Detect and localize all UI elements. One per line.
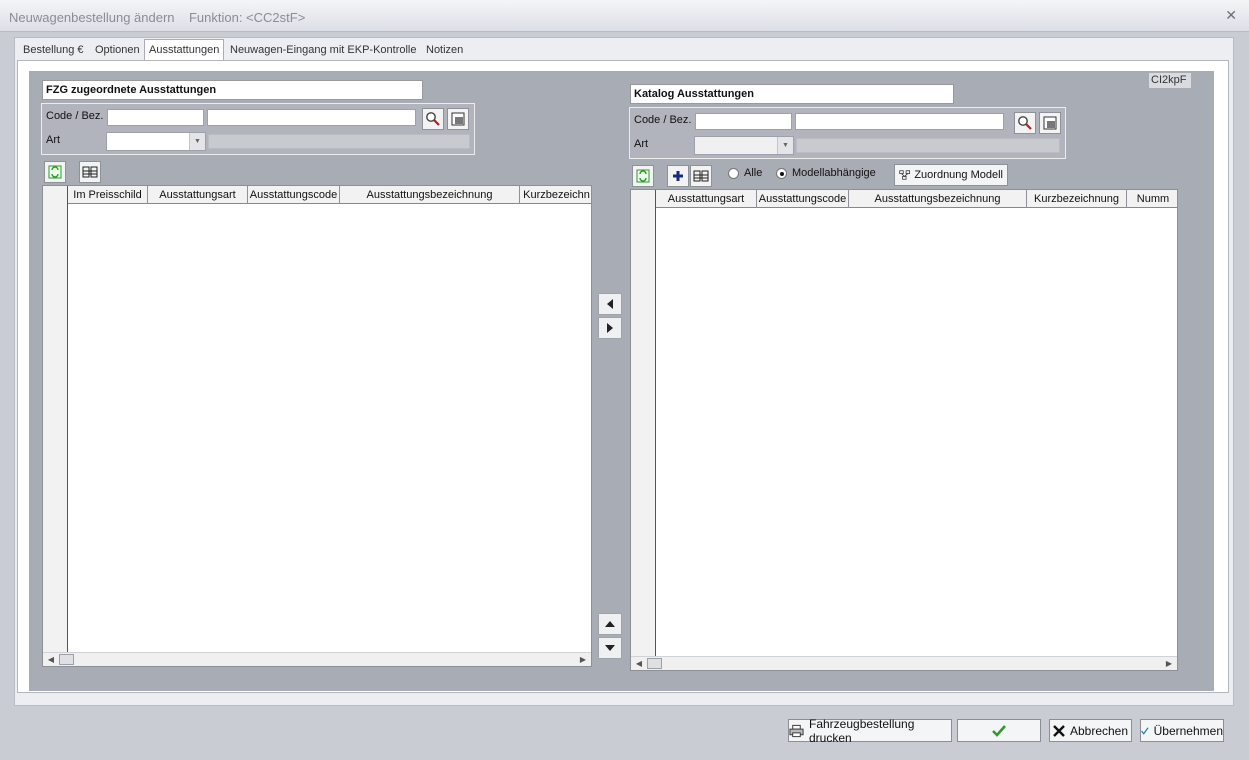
hierarchy-icon	[899, 170, 910, 180]
tab-notizen[interactable]: Notizen	[422, 40, 467, 61]
left-refresh-button[interactable]	[44, 161, 66, 183]
right-col-code[interactable]: Ausstattungscode	[757, 190, 849, 208]
scroll-left-icon[interactable]: ◀	[633, 658, 645, 670]
window-title: Neuwagenbestellung ändern Funktion: <CC2…	[9, 10, 305, 25]
right-art-description	[796, 138, 1060, 153]
radio-modellabhaengige-label[interactable]: Modellabhängige	[792, 167, 876, 179]
refresh-icon	[48, 165, 62, 179]
right-art-select[interactable]: ▼	[694, 136, 794, 155]
arrow-down-icon	[605, 645, 615, 651]
left-bez-input[interactable]	[207, 109, 416, 126]
print-order-button[interactable]: Fahrzeugbestellung drucken	[788, 716, 952, 745]
right-add-button[interactable]	[667, 165, 689, 187]
column-config-icon	[82, 166, 98, 178]
ok-button[interactable]	[957, 719, 1041, 742]
tab-bestellung[interactable]: Bestellung €	[19, 40, 88, 61]
ok-check-icon	[992, 724, 1006, 737]
left-code-input[interactable]	[107, 109, 204, 126]
left-art-select[interactable]: ▼	[106, 132, 206, 151]
chevron-down-icon: ▼	[777, 137, 793, 154]
radio-alle[interactable]	[728, 168, 739, 179]
column-config-icon	[693, 170, 709, 182]
tab-ausstattungen[interactable]: Ausstattungen	[144, 39, 225, 61]
arrow-left-icon	[607, 299, 613, 309]
close-icon[interactable]: ✕	[1225, 7, 1237, 24]
right-grid-header: Ausstattungsart Ausstattungscode Ausstat…	[631, 190, 1177, 208]
left-hscrollbar[interactable]: ◀ ▶	[43, 652, 591, 666]
left-col-kurz[interactable]: Kurzbezeichn	[520, 186, 593, 204]
arrow-up-icon	[605, 621, 615, 627]
apply-button[interactable]: Übernehmen	[1140, 719, 1224, 742]
radio-modellabhaengige[interactable]	[776, 168, 787, 179]
function-label: Funktion: <CC2stF>	[188, 10, 306, 25]
left-section-header: FZG zugeordnete Ausstattungen	[42, 80, 423, 100]
cancel-label: Abbrechen	[1069, 723, 1129, 738]
move-right-button[interactable]	[598, 317, 622, 339]
title-bar: Neuwagenbestellung ändern Funktion: <CC2…	[0, 0, 1249, 32]
left-col-code[interactable]: Ausstattungscode	[248, 186, 340, 204]
clear-filter-icon	[1043, 116, 1057, 130]
tab-optionen[interactable]: Optionen	[91, 40, 144, 61]
left-row-header	[43, 186, 68, 652]
left-art-label: Art	[46, 134, 61, 146]
right-bez-input[interactable]	[795, 113, 1004, 130]
left-code-label: Code / Bez.	[46, 110, 104, 122]
right-grid[interactable]: Ausstattungsart Ausstattungscode Ausstat…	[630, 189, 1178, 671]
check-icon	[1141, 726, 1149, 735]
zuordnung-modell-button[interactable]: Zuordnung Modell	[894, 164, 1008, 186]
left-col-bezeichnung[interactable]: Ausstattungsbezeichnung	[340, 186, 520, 204]
zuordnung-modell-label: Zuordnung Modell	[914, 169, 1003, 181]
left-columns-button[interactable]	[79, 161, 101, 183]
chevron-down-icon: ▼	[189, 133, 205, 150]
right-code-input[interactable]	[695, 113, 792, 130]
left-art-description	[208, 134, 470, 149]
left-col-preisschild[interactable]: Im Preisschild	[68, 186, 148, 204]
search-icon	[1018, 116, 1032, 130]
cancel-button[interactable]: Abbrechen	[1049, 719, 1132, 742]
right-section-header: Katalog Ausstattungen	[630, 84, 954, 104]
right-clear-button[interactable]	[1039, 112, 1061, 134]
window-title-text: Neuwagenbestellung ändern	[9, 10, 175, 25]
right-col-bezeichnung[interactable]: Ausstattungsbezeichnung	[849, 190, 1027, 208]
move-down-button[interactable]	[598, 637, 622, 659]
scroll-right-icon[interactable]: ▶	[577, 654, 589, 666]
arrow-right-icon	[607, 323, 613, 333]
left-grid[interactable]: Im Preisschild Ausstattungsart Ausstattu…	[42, 185, 592, 667]
move-up-button[interactable]	[598, 613, 622, 635]
apply-label: Übernehmen	[1153, 723, 1223, 738]
scroll-thumb[interactable]	[647, 658, 662, 669]
right-art-label: Art	[634, 138, 649, 150]
printer-icon	[789, 724, 804, 737]
scroll-left-icon[interactable]: ◀	[45, 654, 57, 666]
right-hscrollbar[interactable]: ◀ ▶	[631, 656, 1177, 670]
radio-alle-label[interactable]: Alle	[744, 167, 762, 179]
close-icon	[1053, 724, 1065, 737]
right-search-button[interactable]	[1014, 112, 1036, 134]
right-col-kurz[interactable]: Kurzbezeichnung	[1027, 190, 1127, 208]
right-col-nummer[interactable]: Numm	[1127, 190, 1179, 208]
right-row-header	[631, 190, 656, 656]
scroll-right-icon[interactable]: ▶	[1163, 658, 1175, 670]
plus-icon	[673, 171, 683, 181]
clear-filter-icon	[451, 112, 465, 126]
left-grid-header: Im Preisschild Ausstattungsart Ausstattu…	[43, 186, 591, 204]
left-clear-button[interactable]	[447, 108, 469, 130]
refresh-icon	[636, 169, 650, 183]
form-code-label: CI2kpF	[1149, 73, 1191, 88]
right-col-art[interactable]: Ausstattungsart	[656, 190, 757, 208]
left-col-art[interactable]: Ausstattungsart	[148, 186, 248, 204]
print-order-label: Fahrzeugbestellung drucken	[809, 716, 915, 745]
tab-neuwagen-eingang[interactable]: Neuwagen-Eingang mit EKP-Kontrolle	[226, 40, 421, 61]
search-icon	[426, 112, 440, 126]
left-search-button[interactable]	[422, 108, 444, 130]
scroll-thumb[interactable]	[59, 654, 74, 665]
right-columns-button[interactable]	[690, 165, 712, 187]
right-code-label: Code / Bez.	[634, 114, 692, 126]
right-refresh-button[interactable]	[632, 165, 654, 187]
move-left-button[interactable]	[598, 293, 622, 315]
